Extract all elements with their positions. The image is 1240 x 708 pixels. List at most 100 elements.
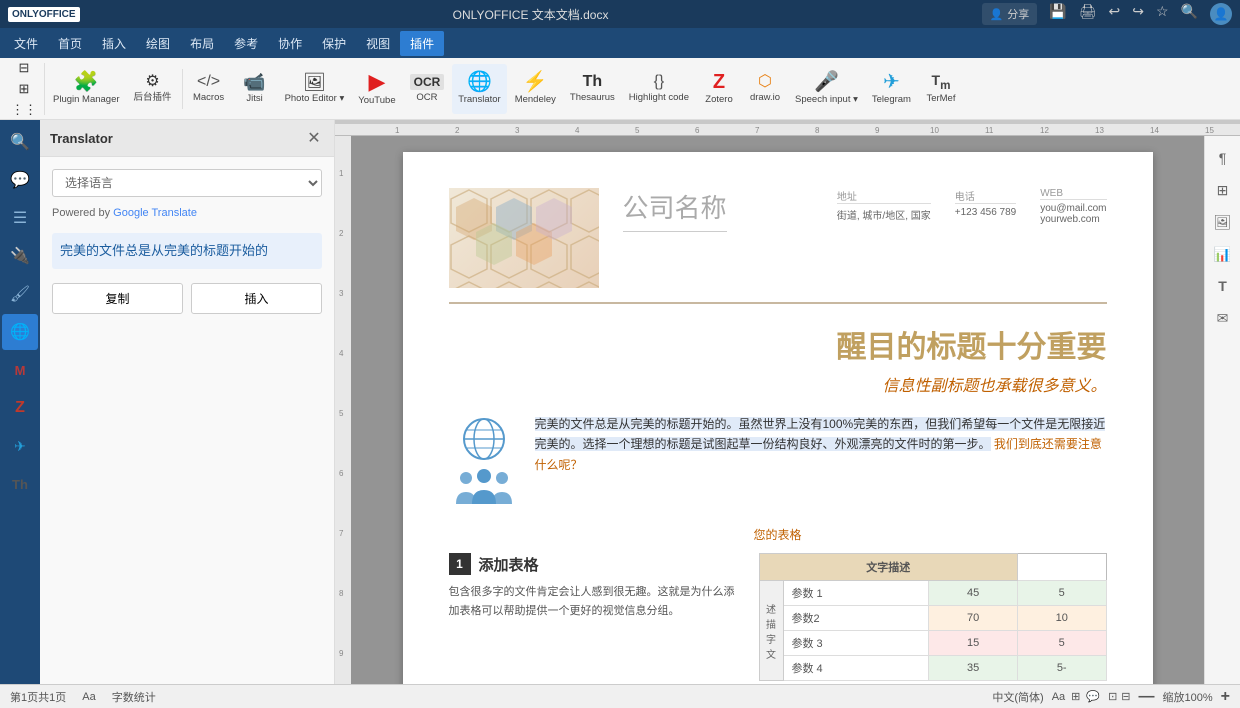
doc-subtitle: 信息性副标题也承载很多意义。 xyxy=(449,372,1107,396)
spelling-icon[interactable]: Aa xyxy=(1052,691,1065,703)
paste-btn[interactable]: ⊞ xyxy=(16,79,33,99)
svg-text:12: 12 xyxy=(1040,126,1049,135)
copy-format-btn[interactable]: ⊟ xyxy=(16,58,33,78)
sidebar-icon-paint[interactable]: 🖌 xyxy=(2,276,38,312)
sidebar-icon-search[interactable]: 🔍 xyxy=(2,124,38,160)
doc-scroll[interactable]: 公司名称 地址 街道, 城市/地区, 国家 电话 +123 456 789 xyxy=(351,136,1204,684)
status-icons[interactable]: Aa ⊞ 💬 xyxy=(1052,690,1100,703)
telegram-btn[interactable]: ✈ Telegram xyxy=(866,64,917,114)
copy-btn[interactable]: 复制 xyxy=(52,283,183,314)
insert-btn[interactable]: 插入 xyxy=(191,283,322,314)
window-controls[interactable]: 👤 分享 💾 🖨 ↩ ↪ ☆ 🔍 👤 xyxy=(982,3,1232,25)
thesaurus-btn[interactable]: Th Thesaurus xyxy=(564,64,621,114)
table-settings-btn[interactable]: ⊞ xyxy=(1209,176,1237,204)
doc-main-title: 醒目的标题十分重要 xyxy=(449,322,1107,366)
jitsi-btn[interactable]: 📹 Jitsi xyxy=(233,64,277,114)
fit-width-btn[interactable]: ⊟ xyxy=(1121,690,1130,703)
menu-plugins[interactable]: 插件 xyxy=(400,31,444,56)
panel-close-btn[interactable]: ✕ xyxy=(304,128,324,148)
menu-protect[interactable]: 保护 xyxy=(312,31,356,56)
drawio-btn[interactable]: ⬡ draw.io xyxy=(743,64,787,114)
spell-check[interactable]: Aa xyxy=(82,691,95,703)
menu-insert[interactable]: 插入 xyxy=(92,31,136,56)
menu-reference[interactable]: 参考 xyxy=(224,31,268,56)
svg-text:8: 8 xyxy=(339,589,344,598)
macros-btn[interactable]: </> Macros xyxy=(187,64,231,114)
chart-settings-btn[interactable]: 📊 xyxy=(1209,240,1237,268)
zoom-in-btn[interactable]: + xyxy=(1221,688,1230,706)
menu-file[interactable]: 文件 xyxy=(4,31,48,56)
comment-icon[interactable]: 💬 xyxy=(1086,690,1100,703)
menu-draw[interactable]: 绘图 xyxy=(136,31,180,56)
toolbar-group-format: ⊟ ⊞ ⋮⋮ xyxy=(4,63,45,115)
zoom-level[interactable]: 缩放100% xyxy=(1163,689,1213,705)
youtube-btn[interactable]: ▶ YouTube xyxy=(352,64,401,114)
speech-input-btn[interactable]: 🎤 Speech input ▾ xyxy=(789,64,864,114)
translator-panel: Translator ✕ 选择语言 Powered by Google Tran… xyxy=(40,120,335,684)
panel-body: 选择语言 Powered by Google Translate 完美的文件总是… xyxy=(40,157,334,684)
share-button[interactable]: 👤 分享 xyxy=(982,3,1038,25)
sidebar-icon-mendeley[interactable]: M xyxy=(2,352,38,388)
zotero-btn[interactable]: Z Zotero xyxy=(697,64,741,114)
title-bar: ONLYOFFICE ONLYOFFICE 文本文档.docx 👤 分享 💾 🖨… xyxy=(0,0,1240,28)
section1-body: 包含很多字的文件肯定会让人感到很无趣。这就是为什么添加表格可以帮助提供一个更好的… xyxy=(449,583,739,620)
mail-settings-btn[interactable]: ✉ xyxy=(1209,304,1237,332)
section-num: 1 xyxy=(449,553,471,575)
undo-button[interactable]: ↩ xyxy=(1109,3,1121,25)
translated-text: 完美的文件总是从完美的标题开始的 xyxy=(52,233,322,269)
redo-button[interactable]: ↪ xyxy=(1132,3,1144,25)
ocr-btn[interactable]: OCR OCR xyxy=(404,64,451,114)
zoom-out-btn[interactable]: — xyxy=(1139,688,1155,706)
table-param1: 参数 1 xyxy=(783,581,929,606)
language-select[interactable]: 选择语言 xyxy=(52,169,322,197)
sidebar-icon-telegram[interactable]: ✈ xyxy=(2,428,38,464)
print-button[interactable]: 🖨 xyxy=(1079,3,1097,25)
plugin-manager-btn[interactable]: 🧩 Plugin Manager xyxy=(47,64,126,114)
favorite-button[interactable]: ☆ xyxy=(1156,3,1169,25)
sidebar-icon-comment[interactable]: 💬 xyxy=(2,162,38,198)
row-label: 述描字文 xyxy=(759,581,783,681)
image-settings-btn[interactable]: 🖼 xyxy=(1209,208,1237,236)
menu-bar: 文件 首页 插入 绘图 布局 参考 协作 保护 视图 插件 xyxy=(0,28,1240,58)
format-paint-btn[interactable]: ⋮⋮ xyxy=(8,100,40,120)
fit-page-btn[interactable]: ⊡ xyxy=(1108,690,1117,703)
svg-text:15: 15 xyxy=(1205,126,1214,135)
svg-text:10: 10 xyxy=(930,126,939,135)
paragraph-marks-btn[interactable]: ¶ xyxy=(1209,144,1237,172)
table-val4-1: 35 xyxy=(929,656,1018,681)
sidebar-icon-translator[interactable]: 🌐 xyxy=(2,314,38,350)
svg-text:5: 5 xyxy=(339,409,344,418)
address-col: 地址 街道, 城市/地区, 国家 xyxy=(837,188,931,225)
word-count-btn[interactable]: 字数统计 xyxy=(112,689,156,705)
app-logo: ONLYOFFICE xyxy=(8,7,80,22)
table-header: 文字描述 xyxy=(759,554,1017,581)
mendeley-btn[interactable]: ⚡ Mendeley xyxy=(509,64,562,114)
menu-layout[interactable]: 布局 xyxy=(180,31,224,56)
sidebar-icon-plugins[interactable]: 🔌 xyxy=(2,238,38,274)
sidebar-icon-thesaurus[interactable]: Th xyxy=(2,466,38,502)
search-title-button[interactable]: 🔍 xyxy=(1181,3,1198,25)
language-indicator[interactable]: 中文(简体) xyxy=(992,689,1043,705)
phone-col: 电话 +123 456 789 xyxy=(955,188,1016,225)
text-settings-btn[interactable]: T xyxy=(1209,272,1237,300)
sidebar-icon-navigator[interactable]: ☰ xyxy=(2,200,38,236)
menu-view[interactable]: 视图 xyxy=(356,31,400,56)
highlight-code-btn[interactable]: {} Highlight code xyxy=(623,64,695,114)
page-count[interactable]: 第1页共1页 xyxy=(10,689,66,705)
separator1 xyxy=(182,69,183,109)
photo-editor-btn[interactable]: 🖼 Photo Editor ▾ xyxy=(279,64,351,114)
track-icon[interactable]: ⊞ xyxy=(1071,690,1080,703)
termef-btn[interactable]: Tm TerMef xyxy=(919,64,963,114)
svg-text:2: 2 xyxy=(455,126,460,135)
backstage-btn[interactable]: ⚙ 后台插件 xyxy=(128,64,178,114)
right-sidebar: ¶ ⊞ 🖼 📊 T ✉ xyxy=(1204,136,1240,684)
translator-btn[interactable]: 🌐 Translator xyxy=(452,64,506,114)
menu-home[interactable]: 首页 xyxy=(48,31,92,56)
menu-collaborate[interactable]: 协作 xyxy=(268,31,312,56)
title-bar-left: ONLYOFFICE xyxy=(8,7,80,22)
svg-text:9: 9 xyxy=(339,649,344,658)
save-button[interactable]: 💾 xyxy=(1049,3,1066,25)
table-val1-2: 5 xyxy=(1017,581,1106,606)
table-val3-2: 5 xyxy=(1017,631,1106,656)
sidebar-icon-zotero[interactable]: Z xyxy=(2,390,38,426)
